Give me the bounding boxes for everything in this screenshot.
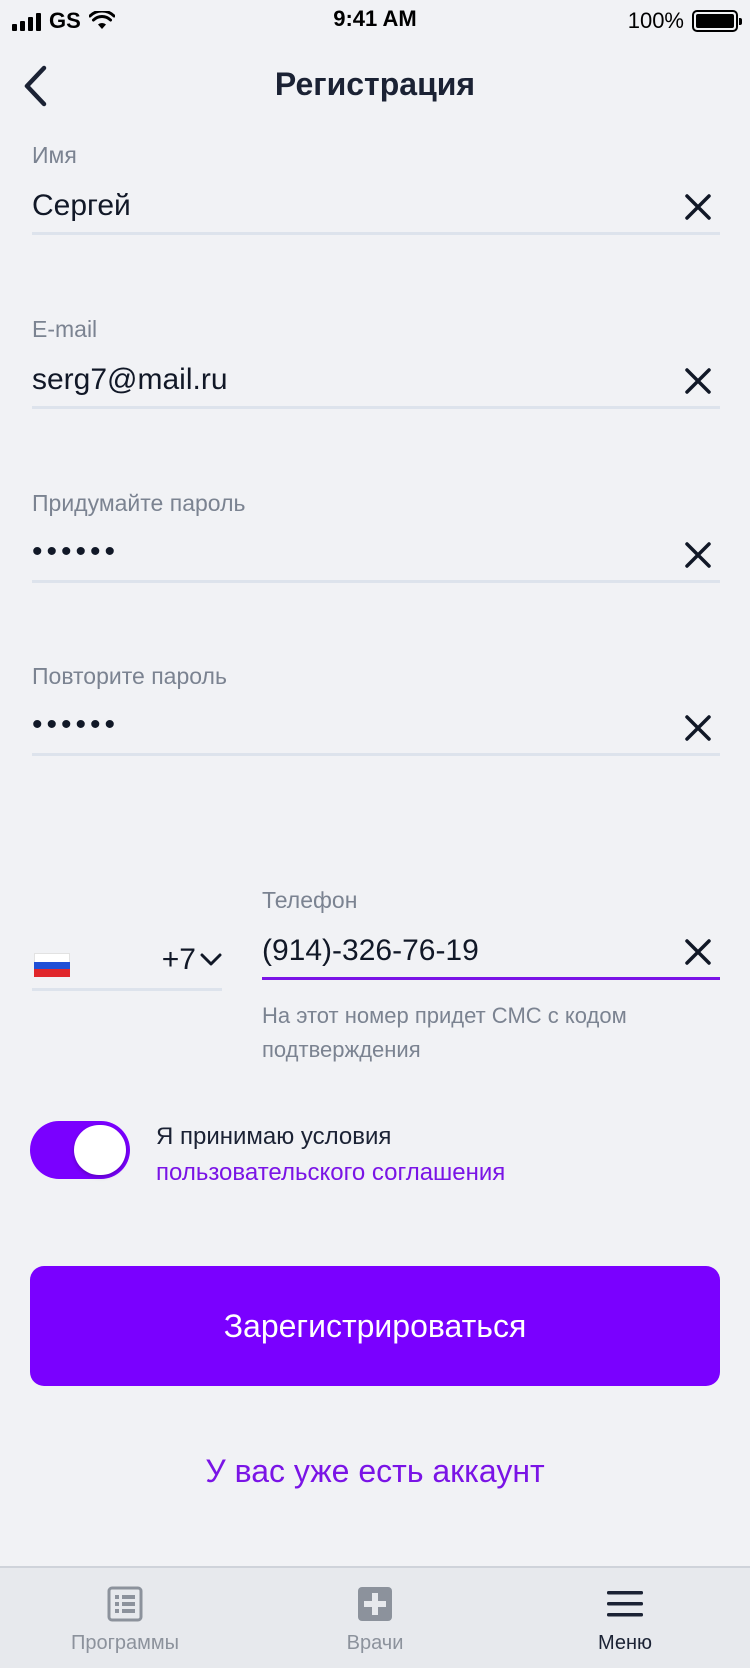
email-row	[32, 349, 720, 409]
tab-doctors-label: Врачи	[346, 1632, 404, 1654]
clear-email-icon[interactable]	[680, 363, 716, 399]
password-repeat-field: Повторите пароль	[32, 663, 720, 756]
clear-phone-icon[interactable]	[680, 934, 716, 970]
country-code-label: +7	[161, 943, 196, 976]
password-repeat-row	[32, 696, 720, 756]
terms-toggle[interactable]	[30, 1121, 130, 1179]
email-input[interactable]	[32, 363, 612, 397]
phone-field: Телефон	[262, 887, 720, 980]
password-field: Придумайте пароль	[32, 490, 720, 583]
page-title: Регистрация	[274, 66, 476, 102]
tab-doctors[interactable]: Врачи	[250, 1568, 500, 1668]
battery-icon	[692, 10, 742, 32]
tab-programs[interactable]: Программы	[0, 1568, 250, 1668]
password-input[interactable]	[32, 535, 612, 569]
clear-password-repeat-icon[interactable]	[680, 710, 716, 746]
phone-label: Телефон	[262, 887, 358, 913]
tab-bar: Программы Врачи Меню	[0, 1566, 750, 1668]
name-field: Имя	[32, 142, 720, 235]
battery-percent: 100%	[627, 8, 684, 33]
password-label: Придумайте пароль	[32, 490, 246, 516]
clear-name-icon[interactable]	[680, 189, 716, 225]
terms-text-block: Я принимаю условия пользовательского сог…	[156, 1119, 505, 1191]
name-label: Имя	[32, 142, 77, 168]
terms-row: Я принимаю условия пользовательского сог…	[30, 1117, 720, 1186]
email-field: E-mail	[32, 316, 720, 409]
terms-text: Я принимаю условия	[156, 1123, 392, 1150]
nav-bar: Регистрация	[0, 50, 750, 122]
toggle-knob	[74, 1125, 126, 1175]
name-input[interactable]	[32, 189, 612, 223]
russia-flag-icon	[34, 953, 70, 978]
tab-menu-label: Меню	[597, 1632, 653, 1654]
terms-link[interactable]: пользовательского соглашения	[156, 1155, 505, 1191]
chevron-down-icon	[200, 953, 222, 966]
medical-cross-icon	[355, 1584, 395, 1624]
tab-programs-label: Программы	[70, 1632, 180, 1654]
phone-input[interactable]	[262, 934, 642, 968]
password-repeat-input[interactable]	[32, 708, 612, 742]
login-link[interactable]: У вас уже есть аккаунт	[0, 1453, 750, 1490]
tab-menu[interactable]: Меню	[500, 1568, 750, 1668]
clear-password-icon[interactable]	[680, 537, 716, 573]
status-right: 100%	[627, 8, 742, 34]
phone-hint: На этот номер придет СМС с кодом подтвер…	[262, 1003, 627, 1062]
list-icon	[105, 1584, 145, 1624]
country-code: +7	[162, 943, 222, 977]
password-row	[32, 523, 720, 583]
password-repeat-label: Повторите пароль	[32, 663, 227, 689]
phone-row	[262, 920, 720, 980]
email-label: E-mail	[32, 316, 98, 342]
menu-icon	[605, 1584, 645, 1624]
status-bar: GS 9:41 AM 100%	[0, 0, 750, 40]
register-button[interactable]: Зарегистрироваться	[30, 1266, 720, 1386]
name-row	[32, 175, 720, 235]
country-code-selector[interactable]: +7	[32, 931, 222, 991]
